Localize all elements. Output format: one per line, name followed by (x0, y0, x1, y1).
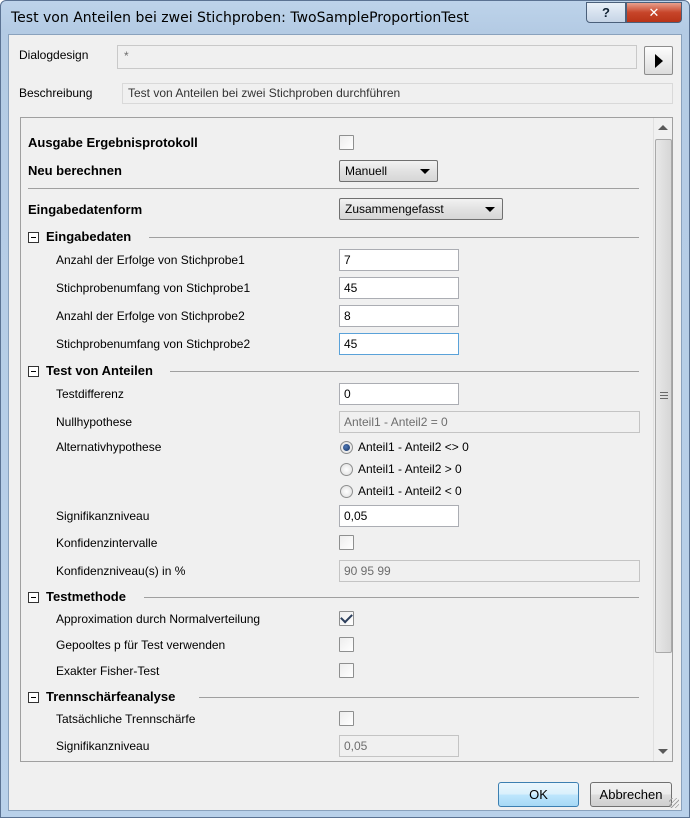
collapse-minus-icon[interactable] (28, 692, 39, 703)
scroll-up-icon[interactable] (658, 125, 668, 130)
divider (28, 188, 639, 189)
normal-approx-checkbox[interactable] (339, 611, 354, 626)
recalc-dropdown-value: Manuell (345, 164, 388, 178)
size2-input[interactable]: 45 (339, 333, 459, 355)
window-title: Test von Anteilen bei zwei Stichproben: … (11, 10, 469, 26)
recalc-dropdown[interactable]: Manuell (339, 160, 438, 182)
size1-label: Stichprobenumfang von Stichprobe1 (56, 281, 251, 295)
confidence-intervals-label: Konfidenzintervalle (56, 536, 158, 550)
alt-hypothesis-label: Alternativhypothese (56, 440, 162, 454)
grip-line (660, 398, 668, 399)
help-button[interactable]: ? (586, 2, 626, 23)
scrollbar-thumb[interactable] (655, 139, 672, 653)
grip-line (660, 395, 668, 396)
group-divider (149, 237, 639, 238)
scroll-down-icon[interactable] (658, 749, 668, 754)
power-significance-label: Signifikanzniveau (56, 739, 150, 753)
recalc-label: Neu berechnen (28, 163, 122, 178)
settings-panel: Ausgabe Ergebnisprotokoll Neu berechnen … (20, 117, 673, 762)
fisher-test-checkbox[interactable] (339, 663, 354, 678)
ok-button[interactable]: OK (498, 782, 579, 807)
actual-power-label: Tatsächliche Trennschärfe (56, 712, 196, 726)
test-method-group-title: Testmethode (46, 589, 126, 604)
normal-approx-label: Approximation durch Normalverteilung (56, 612, 261, 626)
input-form-dropdown-value: Zusammengefasst (345, 202, 444, 216)
proportion-test-group-title: Test von Anteilen (46, 363, 153, 378)
title-bar[interactable]: Test von Anteilen bei zwei Stichproben: … (1, 1, 689, 35)
success1-input[interactable]: 7 (339, 249, 459, 271)
vertical-scrollbar[interactable] (653, 118, 672, 761)
fisher-test-label: Exakter Fisher-Test (56, 664, 160, 678)
collapse-minus-icon[interactable] (28, 366, 39, 377)
input-form-dropdown[interactable]: Zusammengefasst (339, 198, 503, 220)
description-label: Beschreibung (19, 86, 93, 100)
success1-label: Anzahl der Erfolge von Stichprobe1 (56, 253, 245, 267)
significance-input[interactable]: 0,05 (339, 505, 459, 527)
group-divider (199, 697, 639, 698)
null-hypothesis-label: Nullhypothese (56, 415, 133, 429)
description-field[interactable]: Test von Anteilen bei zwei Stichproben d… (122, 83, 673, 104)
input-data-group-title: Eingabedaten (46, 229, 132, 244)
power-group-title: Trennschärfeanalyse (46, 689, 176, 704)
size2-label: Stichprobenumfang von Stichprobe2 (56, 337, 251, 351)
grip-line (660, 392, 668, 393)
significance-label: Signifikanzniveau (56, 509, 150, 523)
dialog-design-label: Dialogdesign (19, 48, 89, 62)
null-hypothesis-field: Anteil1 - Anteil2 = 0 (339, 411, 640, 433)
input-form-label: Eingabedatenform (28, 202, 143, 217)
alt-less-radio[interactable] (340, 485, 353, 498)
alt-two-sided-radio[interactable] (340, 441, 353, 454)
chevron-down-icon (485, 207, 495, 212)
alt-two-sided-label[interactable]: Anteil1 - Anteil2 <> 0 (358, 440, 469, 454)
dialog-design-field[interactable]: * (117, 45, 637, 69)
pooled-p-label: Gepooltes p für Test verwenden (56, 638, 226, 652)
confidence-intervals-checkbox[interactable] (339, 535, 354, 550)
resize-grip-icon[interactable] (669, 798, 679, 808)
pooled-p-checkbox[interactable] (339, 637, 354, 652)
dialog-window: Test von Anteilen bei zwei Stichproben: … (0, 0, 690, 818)
success2-label: Anzahl der Erfolge von Stichprobe2 (56, 309, 245, 323)
alt-greater-label[interactable]: Anteil1 - Anteil2 > 0 (358, 462, 462, 476)
alt-greater-radio[interactable] (340, 463, 353, 476)
group-divider (170, 371, 639, 372)
confidence-level-label: Konfidenzniveau(s) in % (56, 564, 186, 578)
collapse-minus-icon[interactable] (28, 232, 39, 243)
output-log-label: Ausgabe Ergebnisprotokoll (28, 135, 198, 150)
power-significance-field: 0,05 (339, 735, 459, 757)
success2-input[interactable]: 8 (339, 305, 459, 327)
actual-power-checkbox[interactable] (339, 711, 354, 726)
dialog-client-area: Dialogdesign * Beschreibung Test von Ant… (8, 34, 682, 811)
size1-input[interactable]: 45 (339, 277, 459, 299)
close-button[interactable]: ✕ (626, 2, 682, 23)
chevron-down-icon (420, 169, 430, 174)
alt-less-label[interactable]: Anteil1 - Anteil2 < 0 (358, 484, 462, 498)
test-diff-input[interactable]: 0 (339, 383, 459, 405)
group-divider (144, 597, 639, 598)
confidence-level-field: 90 95 99 (339, 560, 640, 582)
cancel-button[interactable]: Abbrechen (590, 782, 672, 807)
output-log-checkbox[interactable] (339, 135, 354, 150)
test-diff-label: Testdifferenz (56, 387, 124, 401)
design-menu-arrow-icon[interactable] (644, 46, 673, 75)
collapse-minus-icon[interactable] (28, 592, 39, 603)
